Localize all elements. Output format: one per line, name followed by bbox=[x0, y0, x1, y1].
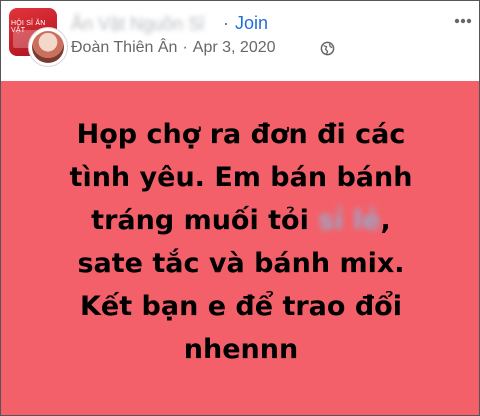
blurred-word: sỉ lẻ bbox=[318, 205, 381, 236]
group-name[interactable]: Ăn Vặt Nguồn Sỉ bbox=[71, 14, 204, 35]
post-line: Kết bạn e để trao đổi bbox=[80, 291, 402, 322]
post-card: HỘI SỈ ĂN VẶT Ăn Vặt Nguồn Sỉ · Join Đoà… bbox=[0, 0, 480, 416]
post-line: tình yêu. Em bán bánh bbox=[69, 162, 413, 193]
globe-icon bbox=[320, 41, 335, 56]
author-name[interactable]: Đoàn Thiên Ân bbox=[71, 39, 177, 56]
header-separator: · bbox=[223, 13, 229, 33]
post-line: Họp chợ ra đơn đi các bbox=[76, 119, 406, 150]
post-line-text: tráng muối tỏi bbox=[91, 205, 309, 236]
author-separator: · bbox=[182, 39, 188, 56]
join-button[interactable]: Join bbox=[235, 13, 268, 34]
post-line-text: , bbox=[380, 205, 391, 236]
post-date[interactable]: Apr 3, 2020 bbox=[193, 39, 276, 56]
ellipsis-horizontal-icon bbox=[454, 18, 472, 24]
more-options-button[interactable] bbox=[453, 11, 473, 31]
avatar[interactable] bbox=[28, 27, 68, 67]
post-line: tráng muối tỏi sỉ lẻ, bbox=[21, 199, 461, 242]
post-line: nhennn bbox=[183, 334, 299, 365]
post-line: sate tắc và bánh mix. bbox=[77, 248, 405, 279]
post-header: HỘI SỈ ĂN VẶT Ăn Vặt Nguồn Sỉ · Join Đoà… bbox=[1, 1, 479, 81]
author-line: Đoàn Thiên Ân · Apr 3, 2020 bbox=[71, 39, 276, 57]
post-text: Họp chợ ra đơn đi các tình yêu. Em bán b… bbox=[21, 113, 461, 371]
avatar-image bbox=[32, 31, 64, 63]
